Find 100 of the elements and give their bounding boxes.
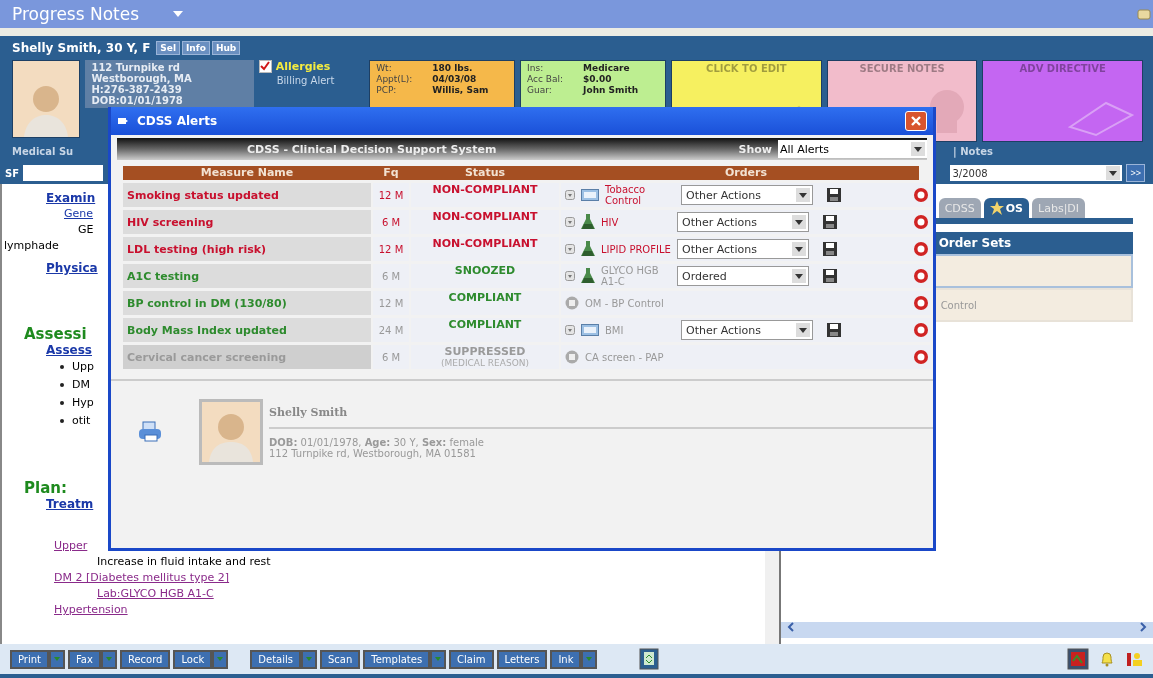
toolbar-button[interactable]: Scan — [319, 649, 361, 669]
panel-tab[interactable]: OS — [983, 198, 1030, 218]
close-icon — [910, 115, 922, 127]
note-link[interactable]: Treatm — [46, 496, 94, 512]
measure-name: HIV screening — [123, 210, 371, 234]
scroll-right-icon[interactable] — [1139, 622, 1147, 632]
toolbar-button[interactable]: Ink — [550, 649, 582, 669]
star-icon — [989, 201, 1004, 215]
toolbar-button[interactable]: Details — [250, 649, 301, 669]
caret-icon — [792, 269, 806, 283]
dropdown-button[interactable] — [430, 649, 447, 669]
cdss-heading: CDSS - Clinical Decision Support System — [247, 142, 497, 156]
header-button[interactable]: Sel — [156, 41, 180, 55]
toolbar-button[interactable]: Print — [10, 649, 49, 669]
go-button[interactable]: >> — [1126, 164, 1145, 182]
expand-icon[interactable] — [565, 325, 575, 335]
action-dropdown[interactable]: Other Actions — [677, 239, 809, 259]
expand-icon[interactable] — [565, 244, 575, 254]
note-link[interactable]: Assess — [46, 342, 92, 358]
monitor-icon — [581, 324, 599, 336]
cancel-icon[interactable] — [913, 268, 929, 284]
field-label: Ins: — [527, 63, 545, 74]
allergies-link[interactable]: Allergies — [275, 60, 331, 73]
cancel-icon[interactable] — [913, 322, 929, 338]
save-icon[interactable] — [823, 269, 837, 283]
caret-icon — [105, 656, 112, 662]
toolbar-button[interactable]: Fax — [68, 649, 101, 669]
order-name[interactable]: GLYCO HGB A1-C — [601, 265, 671, 287]
photo-placeholder — [199, 399, 263, 465]
expand-icon[interactable] — [565, 271, 575, 281]
status-text: COMPLIANT — [448, 318, 522, 331]
dropdown-button[interactable] — [49, 649, 65, 669]
header-button[interactable]: Info — [182, 41, 210, 55]
action-dropdown[interactable]: Other Actions — [677, 212, 809, 232]
caret-icon — [1106, 166, 1121, 180]
save-icon[interactable] — [827, 323, 841, 337]
toolbar-button[interactable]: Lock — [173, 649, 213, 669]
save-icon[interactable] — [827, 188, 841, 202]
status-text: SNOOZED — [454, 264, 516, 277]
bell-icon[interactable] — [1099, 651, 1115, 667]
notes-link[interactable]: | Notes — [953, 145, 993, 157]
order-name[interactable]: Tobacco Control — [605, 184, 675, 206]
header-button[interactable]: Hub — [211, 41, 241, 55]
date-dropdown[interactable]: 3/2008 — [950, 165, 1123, 181]
toolbar-button[interactable]: Templates — [363, 649, 431, 669]
dialog-title: CDSS Alerts — [137, 114, 218, 128]
toolbar-button[interactable]: Letters — [496, 649, 548, 669]
bullet-icon — [60, 365, 64, 369]
note-link[interactable]: Upper — [54, 538, 88, 554]
dropdown-button[interactable] — [212, 649, 229, 669]
save-icon[interactable] — [823, 215, 837, 229]
scrollbar[interactable] — [780, 622, 1153, 638]
allergy-checkbox[interactable] — [258, 60, 272, 73]
action-dropdown[interactable]: Ordered — [677, 266, 809, 286]
measure-name: A1C testing — [123, 264, 371, 288]
action-dropdown[interactable]: Other Actions — [681, 320, 813, 340]
caret-icon — [792, 215, 806, 229]
order-name[interactable]: LIPID PROFILE — [601, 243, 671, 255]
cancel-icon[interactable] — [913, 349, 929, 365]
printer-icon[interactable] — [137, 421, 163, 443]
card-title: ADV DIRECTIVE — [1018, 63, 1107, 74]
save-icon[interactable] — [823, 242, 837, 256]
toolbar-button[interactable]: Claim — [449, 649, 494, 669]
caret-icon[interactable] — [173, 11, 184, 17]
cancel-icon[interactable] — [913, 214, 929, 230]
note-link[interactable]: Physica — [46, 260, 98, 276]
section-tab[interactable]: Medical Su — [12, 145, 74, 157]
search-label: SF — [5, 167, 20, 179]
card-title: CLICK TO EDIT — [705, 63, 788, 74]
image-icon[interactable] — [1067, 648, 1089, 670]
order-name[interactable]: HIV — [601, 216, 671, 228]
action-dropdown[interactable]: Other Actions — [681, 185, 813, 205]
scroll-left-icon[interactable] — [786, 622, 795, 632]
cancel-icon[interactable] — [913, 187, 929, 203]
field-label: Guar: — [527, 85, 553, 96]
section-heading: Assessi — [24, 326, 87, 342]
note-link[interactable]: Lab:GLYCO HGB A1-C — [97, 586, 214, 602]
cancel-icon[interactable] — [913, 295, 929, 311]
cancel-icon[interactable] — [913, 241, 929, 257]
measure-name: LDL testing (high risk) — [123, 237, 371, 261]
search-field[interactable] — [23, 165, 104, 181]
note-link[interactable]: Gene — [64, 206, 94, 222]
caret-icon — [796, 188, 810, 202]
expand-icon[interactable] — [565, 190, 575, 200]
patient-address: 112 Turnpike rd, Westborough, MA 01581 — [269, 447, 477, 459]
frequency-cell: 24 M — [373, 318, 409, 342]
bullet-icon — [60, 419, 64, 423]
note-link[interactable]: DM 2 [Diabetes mellitus type 2] — [54, 570, 230, 586]
field-value: Medicare — [583, 63, 630, 74]
note-text: Increase in fluid intake and rest — [97, 554, 271, 570]
show-dropdown[interactable]: All Alerts — [778, 140, 927, 158]
address-line: H:276-387-2439 — [91, 84, 183, 95]
field-value: $0.00 — [583, 74, 612, 85]
dropdown-button[interactable] — [581, 649, 598, 669]
toolbar-button[interactable]: Record — [119, 649, 171, 669]
note-link[interactable]: Examin — [46, 190, 96, 206]
patient-name: Shelly Smith, 30 Y, F — [12, 41, 151, 55]
note-link[interactable]: Hypertension — [54, 602, 128, 618]
expand-icon[interactable] — [565, 217, 575, 227]
close-button[interactable] — [905, 111, 927, 131]
